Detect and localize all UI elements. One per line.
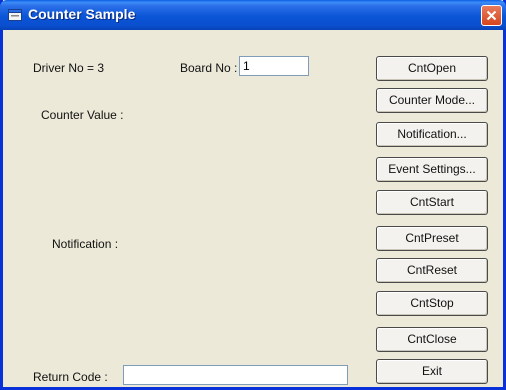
board-no-label: Board No :	[180, 61, 238, 75]
counter-sample-window: Counter Sample Driver No = 3 Board No : …	[0, 0, 506, 390]
title-bar[interactable]: Counter Sample	[0, 0, 506, 30]
notification-label: Notification :	[52, 237, 119, 251]
cntstart-button[interactable]: CntStart	[376, 190, 488, 215]
close-icon	[486, 10, 497, 21]
cntopen-button[interactable]: CntOpen	[376, 56, 488, 81]
counter-mode-button[interactable]: Counter Mode...	[376, 88, 488, 113]
app-icon	[8, 8, 22, 21]
return-code-field[interactable]	[123, 365, 348, 385]
window-title: Counter Sample	[28, 6, 136, 22]
cntreset-button[interactable]: CntReset	[376, 258, 488, 283]
dialog-client-area: Driver No = 3 Board No : 1 Counter Value…	[3, 27, 503, 387]
counter-value-label: Counter Value :	[41, 108, 124, 122]
notification-button[interactable]: Notification...	[376, 122, 488, 147]
driver-no-label: Driver No = 3	[33, 61, 105, 75]
exit-button[interactable]: Exit	[376, 359, 488, 384]
close-button[interactable]	[481, 5, 502, 26]
cntclose-button[interactable]: CntClose	[376, 327, 488, 352]
return-code-label: Return Code :	[33, 370, 108, 384]
cntpreset-button[interactable]: CntPreset	[376, 226, 488, 251]
board-no-input[interactable]: 1	[239, 56, 309, 76]
event-settings-button[interactable]: Event Settings...	[376, 157, 488, 182]
cntstop-button[interactable]: CntStop	[376, 291, 488, 316]
